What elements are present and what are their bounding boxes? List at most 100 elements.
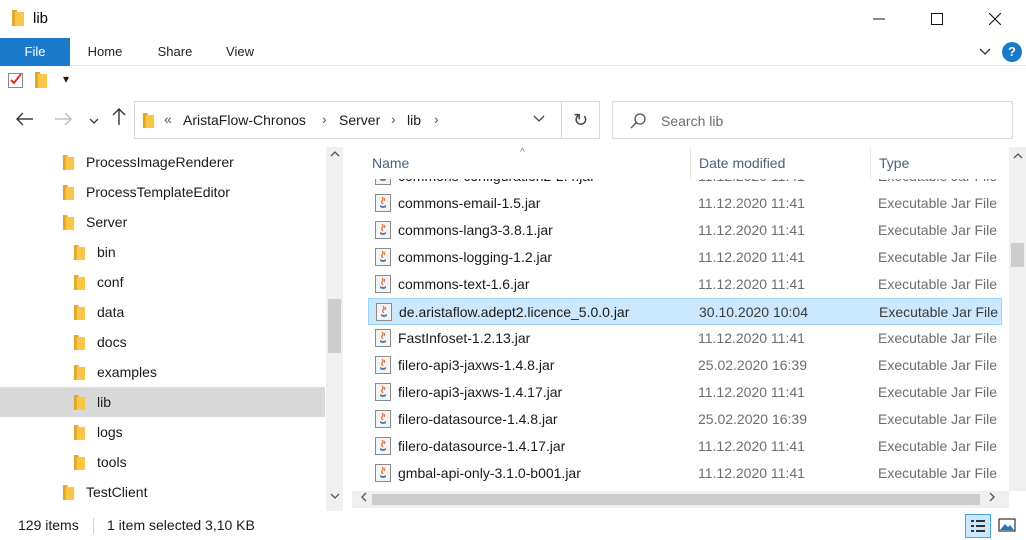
file-row[interactable]: de.aristaflow.adept2.licence_5.0.0.jar 30… [368, 298, 1002, 325]
up-button[interactable] [107, 108, 131, 132]
folder-icon [73, 305, 86, 323]
chevron-left-icon [361, 492, 367, 502]
search-input[interactable] [661, 111, 1001, 131]
column-name-label: Name [372, 155, 410, 171]
file-row[interactable]: filero-api3-jaxws-1.4.8.jar 25.02.2020 16… [368, 352, 1002, 379]
nav-item-processtemplateeditor[interactable]: ProcessTemplateEditor [0, 177, 325, 207]
large-icons-view-button[interactable] [995, 514, 1021, 538]
file-row[interactable]: commons-lang3-3.8.1.jar 11.12.2020 11:41 E… [368, 217, 1002, 244]
file-row[interactable]: commons-logging-1.2.jar 11.12.2020 11:41 E… [368, 244, 1002, 271]
recent-locations-button[interactable] [82, 108, 106, 132]
nav-item-conf[interactable]: conf [0, 267, 325, 297]
jar-file-icon [374, 355, 392, 378]
jar-file-icon [374, 382, 392, 405]
file-row[interactable]: filero-datasource-1.4.8.jar 25.02.2020 16… [368, 406, 1002, 433]
tab-view[interactable]: View [218, 38, 262, 66]
scroll-thumb[interactable] [1011, 243, 1024, 267]
breadcrumb-separator[interactable]: › [434, 111, 439, 127]
details-view-icon [971, 520, 985, 532]
file-type: Executable Jar File [878, 330, 998, 346]
close-button[interactable] [966, 0, 1024, 38]
nav-item-label: TestClient [86, 484, 148, 500]
jar-file-icon [374, 436, 392, 459]
file-type: Executable Jar File [878, 249, 998, 265]
jar-file-icon [374, 274, 392, 297]
nav-item-examples[interactable]: examples [0, 357, 325, 387]
help-button[interactable]: ? [1002, 42, 1022, 62]
jar-file-icon [374, 179, 392, 189]
refresh-button[interactable]: ↻ [562, 101, 600, 139]
file-date-modified: 11.12.2020 11:41 [698, 179, 805, 184]
folder-icon [62, 215, 75, 233]
scroll-right-button[interactable] [984, 491, 1000, 508]
ribbon-tabs: File Home Share View ? [0, 38, 1026, 66]
scroll-up-button[interactable] [1009, 151, 1026, 167]
nav-item-server[interactable]: Server [0, 207, 325, 237]
jar-file-icon [374, 220, 392, 243]
file-name: commons-lang3-3.8.1.jar [398, 222, 553, 238]
jar-file-icon [374, 193, 392, 216]
scroll-up-button[interactable] [326, 149, 343, 165]
details-view-button[interactable] [965, 514, 991, 538]
scroll-left-button[interactable] [356, 491, 372, 508]
chevron-down-icon [533, 115, 545, 122]
nav-item-logs[interactable]: logs [0, 417, 325, 447]
file-row[interactable]: FastInfoset-1.2.13.jar 11.12.2020 11:41 Ex… [368, 325, 1002, 352]
maximize-button[interactable] [908, 0, 966, 38]
arrow-right-icon [55, 112, 72, 126]
file-row[interactable]: filero-api3-jaxws-1.4.17.jar 11.12.2020 1… [368, 379, 1002, 406]
tab-share[interactable]: Share [150, 38, 200, 66]
close-icon [989, 13, 1001, 25]
scroll-thumb[interactable] [328, 299, 341, 353]
properties-icon[interactable] [8, 72, 24, 91]
expand-ribbon-button[interactable] [975, 42, 995, 62]
file-row[interactable]: commons-configuration2-2.4.jar 11.12.2020… [368, 179, 1002, 190]
nav-scrollbar[interactable] [326, 147, 343, 511]
address-dropdown-button[interactable] [533, 112, 545, 126]
nav-item-lib[interactable]: lib [0, 387, 325, 417]
back-button[interactable] [13, 108, 37, 132]
nav-item-tools[interactable]: tools [0, 447, 325, 477]
column-header-name[interactable]: Name ^ [352, 147, 690, 179]
search-box[interactable] [612, 101, 1013, 139]
jar-file-icon [374, 328, 392, 351]
file-row[interactable]: gmbal-api-only-3.1.0-b001.jar 11.12.2020 … [368, 460, 1002, 487]
breadcrumb-lib[interactable]: lib [407, 112, 421, 128]
horizontal-scrollbar[interactable] [352, 491, 1009, 508]
breadcrumb-aristaflow-chronos[interactable]: AristaFlow-Chronos [183, 112, 306, 128]
folder-icon [73, 365, 86, 383]
nav-item-processimagerenderer[interactable]: ProcessImageRenderer [0, 147, 325, 177]
jar-file-icon [375, 302, 393, 325]
nav-item-testclient[interactable]: TestClient [0, 477, 325, 507]
jar-file-icon [374, 463, 392, 486]
nav-item-docs[interactable]: docs [0, 327, 325, 357]
forward-button[interactable] [51, 108, 75, 132]
sort-ascending-icon: ^ [520, 147, 525, 158]
minimize-button[interactable] [850, 0, 908, 38]
file-row[interactable]: filero-datasource-1.4.17.jar 11.12.2020 1… [368, 433, 1002, 460]
breadcrumb-server[interactable]: Server [339, 112, 380, 128]
file-list-scrollbar[interactable] [1009, 147, 1026, 491]
column-header-type[interactable]: Type [870, 147, 1010, 179]
address-bar[interactable]: « AristaFlow-Chronos › Server › lib › [134, 101, 562, 139]
breadcrumb-separator[interactable]: › [391, 111, 396, 127]
file-type: Executable Jar File [878, 411, 998, 427]
column-header-date-modified[interactable]: Date modified [690, 147, 870, 179]
new-folder-icon[interactable] [34, 72, 48, 91]
tab-home[interactable]: Home [78, 38, 132, 66]
file-date-modified: 11.12.2020 11:41 [698, 222, 805, 238]
nav-item-bin[interactable]: bin [0, 237, 325, 267]
file-row[interactable]: commons-email-1.5.jar 11.12.2020 11:41 Exe… [368, 190, 1002, 217]
customize-toolbar-button[interactable]: ▾ [63, 72, 69, 86]
file-type: Executable Jar File [878, 222, 998, 238]
breadcrumb-overflow[interactable]: « [164, 111, 172, 127]
address-row: « AristaFlow-Chronos › Server › lib › ↻ [0, 96, 1026, 144]
breadcrumb-separator[interactable]: › [322, 111, 327, 127]
tab-file[interactable]: File [0, 38, 70, 66]
file-row[interactable]: commons-text-1.6.jar 11.12.2020 11:41 Exec… [368, 271, 1002, 298]
nav-item-data[interactable]: data [0, 297, 325, 327]
folder-icon [62, 185, 75, 203]
horizontal-scroll-thumb[interactable] [372, 494, 980, 505]
scroll-down-button[interactable] [326, 491, 343, 507]
file-type: Executable Jar File [878, 438, 998, 454]
